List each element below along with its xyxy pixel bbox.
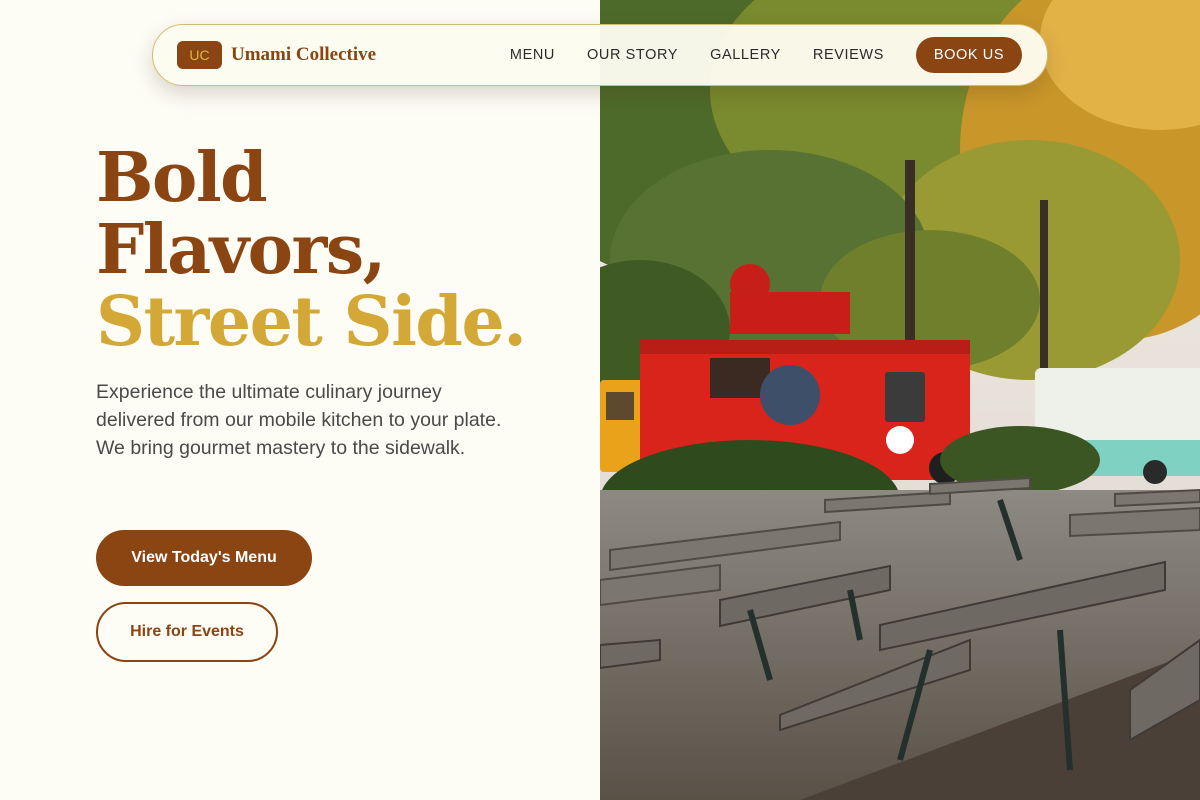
top-navigation-bar: UC Umami Collective MENU OUR STORY GALLE…: [152, 24, 1048, 86]
nav-link-our-story[interactable]: OUR STORY: [587, 47, 678, 63]
hire-for-events-button[interactable]: Hire for Events: [96, 602, 278, 662]
logo-badge[interactable]: UC: [177, 41, 222, 69]
book-us-button[interactable]: BOOK US: [916, 37, 1022, 73]
hero-photo-food-truck: [600, 0, 1200, 800]
view-todays-menu-button[interactable]: View Today's Menu: [96, 530, 312, 586]
hero-headline: Bold Flavors, Street Side.: [96, 138, 527, 362]
nav-link-menu[interactable]: MENU: [510, 47, 555, 63]
hero-description: Experience the ultimate culinary journey…: [96, 381, 502, 459]
headline-line-2: Flavors,: [96, 210, 386, 290]
nav-link-reviews[interactable]: REVIEWS: [813, 47, 884, 63]
headline-line-3: Street Side.: [96, 282, 527, 362]
brand-name[interactable]: Umami Collective: [231, 44, 376, 66]
nav-links: MENU OUR STORY GALLERY REVIEWS BOOK US: [510, 37, 1023, 73]
headline-line-1: Bold: [96, 138, 268, 218]
nav-link-gallery[interactable]: GALLERY: [710, 47, 781, 63]
